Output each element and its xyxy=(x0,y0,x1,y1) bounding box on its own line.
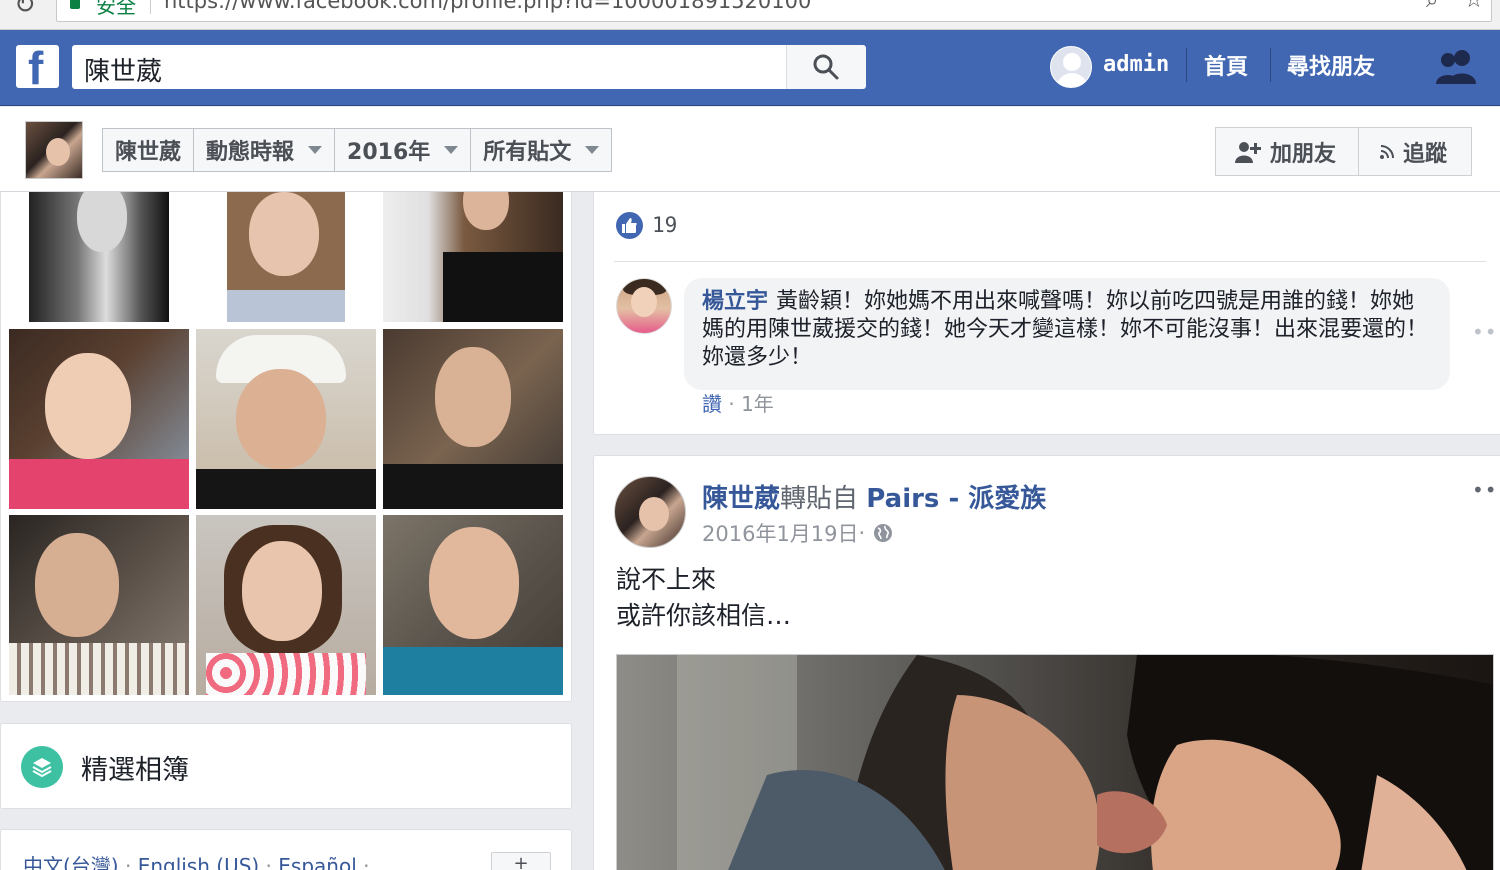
crumb-year[interactable]: 2016年 xyxy=(335,129,472,171)
photo-thumbnail[interactable] xyxy=(383,515,563,695)
photo-thumbnail[interactable] xyxy=(227,192,345,322)
language-selector-card: 中文(台灣) · English (US) · Español · + xyxy=(0,829,572,870)
more-languages-button[interactable]: + xyxy=(491,852,551,870)
globe-public-icon[interactable] xyxy=(873,523,893,543)
comment-like-link[interactable]: 讚 xyxy=(702,392,722,416)
post-header: 陳世葳轉貼自 Pairs - 派愛族 xyxy=(702,478,1046,515)
previous-post-card: 19 楊立宇 黃齡穎！妳她媽不用出來喊聲嗎！妳以前吃四號是用誰的錢！妳她媽的用陳世… xyxy=(593,192,1500,435)
profile-sticky-header: 陳世葳 動態時報 2016年 所有貼文 加朋友 追蹤 xyxy=(0,107,1500,192)
photo-thumbnail[interactable] xyxy=(196,329,376,509)
comment-meta: 讚 · 1年 xyxy=(702,388,774,417)
add-friend-icon xyxy=(1235,141,1261,163)
photo-thumbnail[interactable] xyxy=(9,515,189,695)
crumb-profile-name[interactable]: 陳世葳 xyxy=(103,129,195,171)
facebook-top-bar: f 陳世葳 admin 首頁 尋找朋友 xyxy=(0,30,1500,106)
language-links: 中文(台灣) · English (US) · Español · xyxy=(23,850,369,870)
nav-divider xyxy=(1186,48,1187,82)
divider xyxy=(614,261,1486,262)
photo-thumbnail[interactable] xyxy=(196,515,376,695)
post-photo-kiss xyxy=(617,655,1493,870)
search-icon[interactable]: ⌕ xyxy=(1426,0,1438,13)
featured-albums-card[interactable]: 精選相簿 xyxy=(0,723,572,809)
facebook-logo-icon[interactable]: f xyxy=(16,42,59,94)
rss-follow-icon xyxy=(1380,144,1394,159)
follow-label: 追蹤 xyxy=(1403,141,1448,167)
photo-thumbnail[interactable] xyxy=(9,329,189,509)
post-timestamp-row: 2016年1月19日 · xyxy=(702,518,893,548)
post-image[interactable] xyxy=(616,654,1494,870)
user-name-link[interactable]: admin xyxy=(1103,52,1169,77)
photo-thumbnail[interactable] xyxy=(383,329,563,509)
comment-author-link[interactable]: 楊立宇 xyxy=(702,289,768,314)
post-text: 說不上來 或許你該相信… xyxy=(616,562,791,634)
shared-from-text: 轉貼自 xyxy=(780,484,859,514)
magnifier-icon xyxy=(813,54,839,80)
caret-down-icon xyxy=(444,146,459,154)
shared-page-link[interactable]: Pairs - 派愛族 xyxy=(866,484,1046,514)
post-author-link[interactable]: 陳世葳 xyxy=(702,484,780,514)
like-thumb-icon xyxy=(616,212,643,239)
post-card: 陳世葳轉貼自 Pairs - 派愛族 2016年1月19日 · ••• 說不上來… xyxy=(593,455,1500,870)
caret-down-icon xyxy=(585,146,600,154)
crumb-all-posts[interactable]: 所有貼文 xyxy=(471,129,611,171)
photo-thumbnail[interactable] xyxy=(29,192,169,322)
friend-requests-icon[interactable] xyxy=(1434,48,1478,84)
search-input[interactable]: 陳世葳 xyxy=(72,45,786,89)
comment-time[interactable]: 1年 xyxy=(741,392,774,416)
url-text[interactable]: https://www.facebook.com/profile.php?id=… xyxy=(164,0,811,13)
post-text-line: 或許你該相信… xyxy=(616,601,792,630)
profile-thumbnail[interactable] xyxy=(25,121,83,179)
post-text-line: 說不上來 xyxy=(616,565,717,594)
post-author-avatar[interactable] xyxy=(614,476,686,548)
language-separator: · xyxy=(356,854,370,870)
add-friend-label: 加朋友 xyxy=(1270,141,1337,167)
search-button[interactable] xyxy=(786,45,866,89)
meta-separator: · xyxy=(722,392,742,416)
albums-stack-icon xyxy=(21,746,63,788)
photos-grid-card xyxy=(0,192,572,702)
commenter-avatar[interactable] xyxy=(616,278,672,334)
language-link[interactable]: Español xyxy=(278,854,356,870)
secure-label: 安全 xyxy=(96,0,136,18)
nav-home-link[interactable]: 首頁 xyxy=(1204,49,1248,81)
add-friend-button[interactable]: 加朋友 xyxy=(1215,127,1359,176)
nav-find-friends-link[interactable]: 尋找朋友 xyxy=(1287,49,1375,81)
comment-text: 黃齡穎！妳她媽不用出來喊聲嗎！妳以前吃四號是用誰的錢！妳她媽的用陳世葳援交的錢！… xyxy=(702,289,1429,370)
language-separator: · xyxy=(259,854,279,870)
reload-icon[interactable]: ↻ xyxy=(14,0,36,20)
featured-albums-label: 精選相簿 xyxy=(81,755,189,786)
post-options-icon[interactable]: ••• xyxy=(1472,478,1500,502)
caret-down-icon xyxy=(308,146,323,154)
meta-separator: · xyxy=(858,521,866,545)
comment-options-icon[interactable]: ••• xyxy=(1472,320,1500,344)
bookmark-star-icon[interactable]: ☆ xyxy=(1464,0,1484,13)
crumb-timeline[interactable]: 動態時報 xyxy=(194,129,336,171)
language-link[interactable]: English (US) xyxy=(138,854,260,870)
follow-button[interactable]: 追蹤 xyxy=(1359,127,1472,176)
timeline-breadcrumb: 陳世葳 動態時報 2016年 所有貼文 xyxy=(102,128,613,172)
language-link[interactable]: 中文(台灣) xyxy=(23,854,119,870)
language-separator: · xyxy=(118,854,138,870)
url-separator xyxy=(150,0,151,14)
reaction-count[interactable]: 19 xyxy=(652,213,677,237)
photo-thumbnail[interactable] xyxy=(383,192,563,322)
nav-divider xyxy=(1270,48,1271,82)
post-date[interactable]: 2016年1月19日 xyxy=(702,518,859,548)
secure-lock-icon xyxy=(70,0,80,9)
browser-address-bar: ↻ 安全 https://www.facebook.com/profile.ph… xyxy=(0,0,1500,30)
comment-bubble: 楊立宇 黃齡穎！妳她媽不用出來喊聲嗎！妳以前吃四號是用誰的錢！妳她媽的用陳世葳援交… xyxy=(684,278,1450,390)
user-avatar[interactable] xyxy=(1050,46,1092,88)
